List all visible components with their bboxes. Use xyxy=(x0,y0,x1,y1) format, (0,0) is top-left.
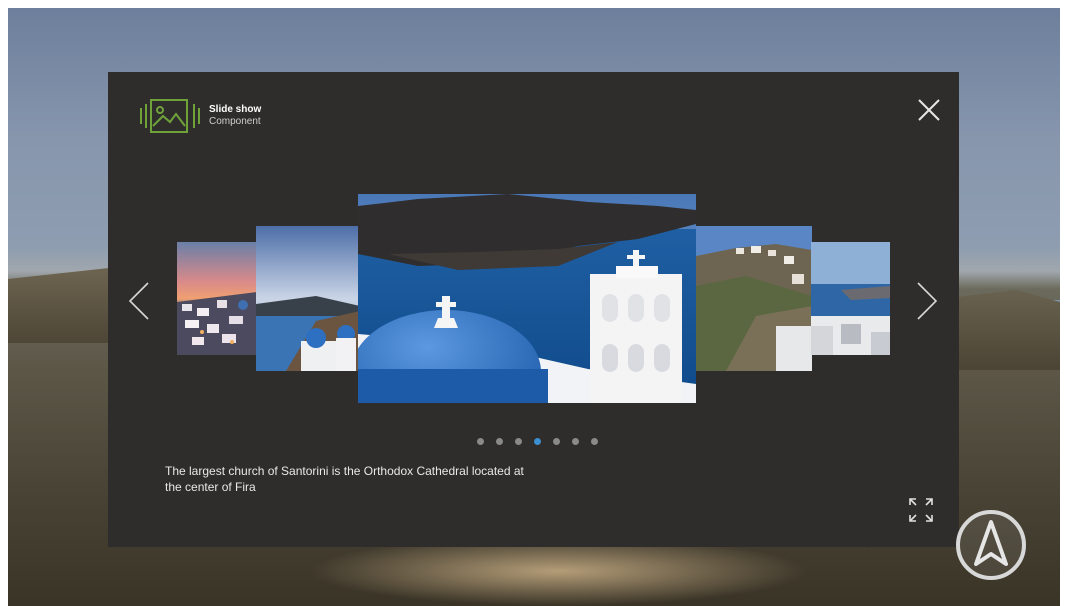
panel-pointer xyxy=(846,526,888,548)
pagination-dot-6[interactable] xyxy=(572,438,579,445)
slide-thumbnail-5[interactable] xyxy=(811,242,890,355)
slide-image-fira-cliffs xyxy=(696,226,812,371)
fullscreen-icon xyxy=(909,498,933,522)
chevron-right-icon xyxy=(917,282,938,320)
pagination-dot-2[interactable] xyxy=(496,438,503,445)
slide-thumbnail-2[interactable] xyxy=(256,226,360,371)
fullscreen-button[interactable] xyxy=(907,496,935,524)
slide-image-terrace xyxy=(811,242,890,355)
slide-main-image[interactable] xyxy=(358,194,696,403)
component-title: Slide show xyxy=(209,104,262,115)
previous-slide-button[interactable] xyxy=(126,281,152,321)
background-ridge-right xyxy=(950,290,1060,370)
pagination-dot-4[interactable] xyxy=(534,438,541,445)
slide-image-orthodox-cathedral xyxy=(358,194,696,403)
component-header: Slide show Component xyxy=(139,98,261,134)
pagination-dot-3[interactable] xyxy=(515,438,522,445)
navigation-compass-icon xyxy=(956,510,1026,580)
pagination-dot-7[interactable] xyxy=(591,438,598,445)
component-subtitle: Component xyxy=(209,116,261,127)
pagination-dot-5[interactable] xyxy=(553,438,560,445)
close-button[interactable] xyxy=(916,97,942,123)
chevron-left-icon xyxy=(128,282,149,320)
pagination-dot-1[interactable] xyxy=(477,438,484,445)
slide-caption: The largest church of Santorini is the O… xyxy=(165,464,524,494)
next-slide-button[interactable] xyxy=(914,281,940,321)
background-ridge-left xyxy=(8,267,118,343)
slideshow-logo-icon xyxy=(140,99,200,133)
close-icon xyxy=(918,99,940,121)
slide-image-oia-sunset xyxy=(177,242,257,355)
slide-pagination xyxy=(477,438,598,445)
slide-thumbnail-4[interactable] xyxy=(696,226,812,371)
navigation-compass-button[interactable] xyxy=(954,508,1028,582)
slide-image-blue-domes xyxy=(256,226,360,371)
slide-thumbnail-1[interactable] xyxy=(177,242,257,355)
